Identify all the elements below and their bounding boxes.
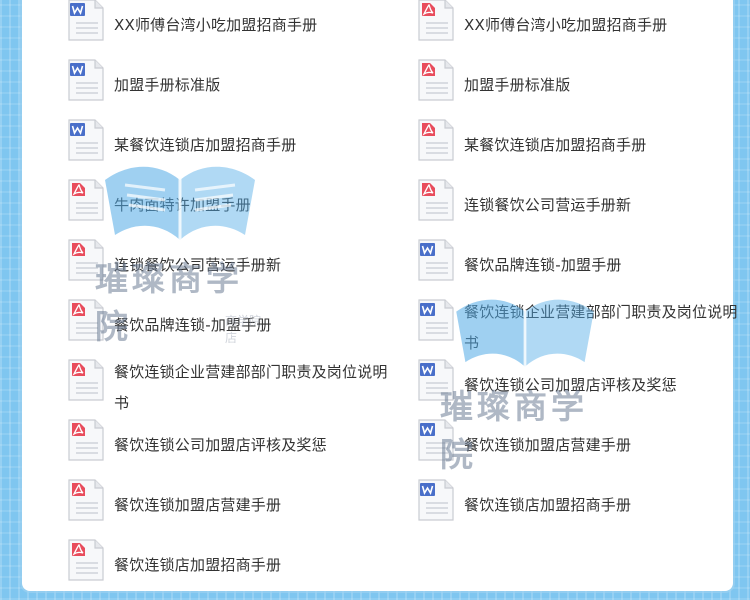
word-document-icon bbox=[418, 359, 454, 401]
file-name-label: 餐饮连锁公司加盟店评核及奖惩 bbox=[464, 376, 677, 394]
file-name-label: 餐饮连锁公司加盟店评核及奖惩 bbox=[114, 436, 327, 454]
file-name-label: 餐饮连锁企业营建部部门职责及岗位说明书 bbox=[114, 363, 388, 412]
file-item[interactable]: 餐饮连锁公司加盟店评核及奖惩 bbox=[418, 359, 748, 420]
file-item[interactable]: 餐饮连锁企业营建部部门职责及岗位说明书 bbox=[418, 299, 748, 360]
file-name-label: 连锁餐饮公司营运手册新 bbox=[464, 196, 632, 214]
file-item[interactable]: 连锁餐饮公司营运手册新 bbox=[68, 239, 398, 300]
pdf-document-icon bbox=[418, 0, 454, 41]
file-item[interactable]: 餐饮品牌连锁-加盟手册 bbox=[418, 239, 748, 300]
file-item[interactable]: 加盟手册标准版 bbox=[68, 59, 398, 120]
file-item[interactable]: 餐饮品牌连锁-加盟手册 bbox=[68, 299, 398, 360]
file-name-label: XX师傅台湾小吃加盟招商手册 bbox=[464, 16, 668, 34]
pdf-document-icon bbox=[68, 239, 104, 281]
file-name-label: 餐饮连锁店加盟招商手册 bbox=[464, 496, 632, 514]
file-name-label: 连锁餐饮公司营运手册新 bbox=[114, 256, 282, 274]
word-document-icon bbox=[68, 0, 104, 41]
file-name-label: 某餐饮连锁店加盟招商手册 bbox=[464, 136, 647, 154]
pdf-document-icon bbox=[68, 419, 104, 461]
file-item[interactable]: 连锁餐饮公司营运手册新 bbox=[418, 179, 748, 240]
file-item[interactable]: 餐饮连锁加盟店营建手册 bbox=[418, 419, 748, 480]
word-document-icon bbox=[68, 59, 104, 101]
file-name-label: 餐饮连锁加盟店营建手册 bbox=[464, 436, 632, 454]
word-document-icon bbox=[68, 119, 104, 161]
file-item[interactable]: 某餐饮连锁店加盟招商手册 bbox=[418, 119, 748, 180]
file-item[interactable]: 餐饮连锁店加盟招商手册 bbox=[418, 479, 748, 540]
word-document-icon bbox=[418, 299, 454, 341]
file-item[interactable]: 餐饮连锁企业营建部部门职责及岗位说明书 bbox=[68, 359, 398, 420]
file-item[interactable]: XX师傅台湾小吃加盟招商手册 bbox=[68, 0, 398, 60]
file-name-label: 餐饮连锁企业营建部部门职责及岗位说明书 bbox=[464, 303, 738, 352]
file-name-label: XX师傅台湾小吃加盟招商手册 bbox=[114, 16, 318, 34]
pdf-document-icon bbox=[68, 179, 104, 221]
file-name-label: 某餐饮连锁店加盟招商手册 bbox=[114, 136, 297, 154]
file-name-label: 餐饮连锁加盟店营建手册 bbox=[114, 496, 282, 514]
file-name-label: 加盟手册标准版 bbox=[464, 76, 571, 94]
file-name-label: 牛肉面特许加盟手册 bbox=[114, 196, 251, 214]
pdf-document-icon bbox=[418, 119, 454, 161]
file-name-label: 加盟手册标准版 bbox=[114, 76, 221, 94]
pdf-document-icon bbox=[418, 59, 454, 101]
word-document-icon bbox=[418, 479, 454, 521]
word-document-icon bbox=[418, 239, 454, 281]
left-file-column: XX师傅台湾小吃加盟招商手册 加盟手册标准版某餐饮连锁店加盟招商手册 牛肉面特许加盟… bbox=[68, 0, 398, 600]
file-name-label: 餐饮品牌连锁-加盟手册 bbox=[114, 316, 272, 334]
file-item[interactable]: 餐饮连锁公司加盟店评核及奖惩 bbox=[68, 419, 398, 480]
right-file-column: XX师傅台湾小吃加盟招商手册 加盟手册标准版某餐饮连锁店加盟招商手册 连锁餐饮公司营… bbox=[418, 0, 748, 540]
file-item[interactable]: 某餐饮连锁店加盟招商手册 bbox=[68, 119, 398, 180]
file-item[interactable]: 餐饮连锁店加盟招商手册 bbox=[68, 539, 398, 600]
file-name-label: 餐饮品牌连锁-加盟手册 bbox=[464, 256, 622, 274]
file-item[interactable]: 牛肉面特许加盟手册 bbox=[68, 179, 398, 240]
file-list-panel: XX师傅台湾小吃加盟招商手册 加盟手册标准版 某餐饮连锁店加盟招商手册 牛肉面特许加盟… bbox=[22, 0, 737, 591]
file-item[interactable]: 餐饮连锁加盟店营建手册 bbox=[68, 479, 398, 540]
pdf-document-icon bbox=[68, 539, 104, 581]
pdf-document-icon bbox=[68, 359, 104, 401]
word-document-icon bbox=[418, 419, 454, 461]
file-name-label: 餐饮连锁店加盟招商手册 bbox=[114, 556, 282, 574]
file-item[interactable]: XX师傅台湾小吃加盟招商手册 bbox=[418, 0, 748, 60]
pdf-document-icon bbox=[68, 299, 104, 341]
file-item[interactable]: 加盟手册标准版 bbox=[418, 59, 748, 120]
pdf-document-icon bbox=[418, 179, 454, 221]
pdf-document-icon bbox=[68, 479, 104, 521]
